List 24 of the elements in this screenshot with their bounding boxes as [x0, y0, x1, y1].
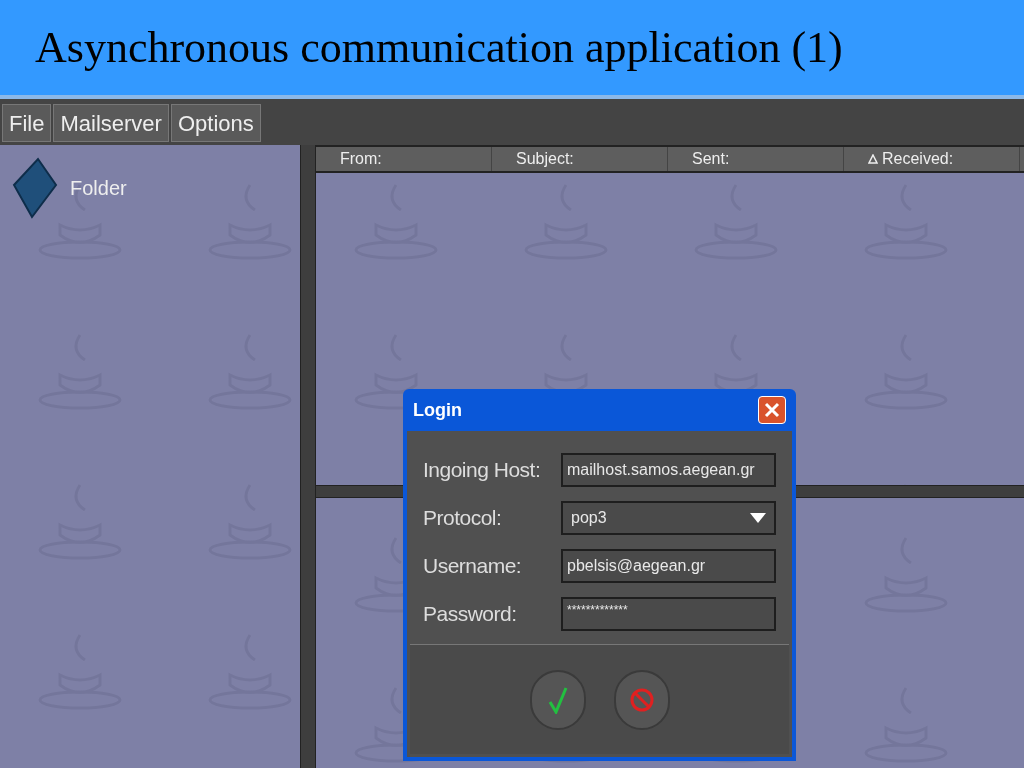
prohibition-icon	[628, 686, 655, 713]
password-field[interactable]: *************	[561, 597, 776, 631]
column-header[interactable]: From:	[316, 147, 492, 171]
dialog-title: Login	[413, 398, 462, 422]
protocol-dropdown[interactable]: pop3	[561, 501, 776, 535]
dropdown-caret-icon	[750, 513, 766, 523]
menu-item[interactable]: File	[2, 104, 52, 142]
input-field[interactable]: mailhost.samos.aegean.gr	[561, 453, 776, 487]
field-label: Password:	[423, 601, 518, 628]
folder-label[interactable]: Folder	[70, 173, 127, 203]
column-header[interactable]: Subject:	[492, 147, 668, 171]
close-icon	[764, 402, 780, 418]
field-label: Ingoing Host:	[423, 457, 542, 484]
field-label: Username:	[423, 553, 523, 580]
close-button[interactable]	[758, 396, 786, 424]
menu-item[interactable]: Options	[170, 104, 261, 142]
column-header[interactable]: Sent:	[668, 147, 844, 171]
folder-icon	[12, 157, 58, 219]
menu-item[interactable]: Mailserver	[53, 104, 169, 142]
slide-title: Asynchronous communication application (1)	[35, 25, 843, 70]
column-header[interactable]: Received:	[844, 147, 1020, 171]
checkmark-icon	[547, 685, 568, 714]
field-label: Protocol:	[423, 505, 503, 532]
input-field[interactable]: pbelsis@aegean.gr	[561, 549, 776, 583]
